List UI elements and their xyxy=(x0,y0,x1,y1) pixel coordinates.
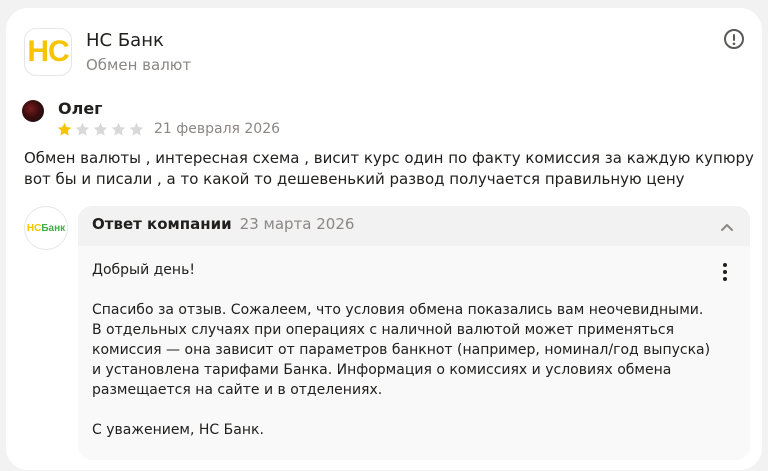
star-icon xyxy=(111,122,126,136)
org-logo[interactable]: HC xyxy=(24,28,72,76)
reply-title: Ответ компании xyxy=(92,215,232,233)
company-reply-logo: НСБанк xyxy=(24,206,68,250)
more-vertical-icon[interactable] xyxy=(722,262,728,282)
company-reply: Ответ компании 23 марта 2026 Добрый день… xyxy=(78,206,750,460)
reply-logo-bank: Банк xyxy=(41,222,66,234)
reply-text: Спасибо за отзыв. Сожалеем, что условия … xyxy=(92,302,711,398)
reply-body: Добрый день! Спасибо за отзыв. Сожалеем,… xyxy=(92,260,712,440)
author-name[interactable]: Олег xyxy=(58,99,103,118)
reply-content: Добрый день! Спасибо за отзыв. Сожалеем,… xyxy=(78,246,750,460)
rating-stars xyxy=(56,121,145,138)
review-card: HC НС Банк Обмен валют Олег 21 февраля 2… xyxy=(6,8,762,470)
reply-logo-hc: НС xyxy=(26,222,42,234)
star-icon xyxy=(129,122,144,136)
org-logo-text: HC xyxy=(27,35,69,68)
chevron-up-icon[interactable] xyxy=(720,222,734,232)
review-date: 21 февраля 2026 xyxy=(154,121,281,137)
reply-greeting: Добрый день! xyxy=(92,262,195,278)
star-icon xyxy=(75,122,90,136)
reply-date: 23 марта 2026 xyxy=(239,215,355,233)
star-icon xyxy=(57,122,72,136)
reply-header[interactable]: Ответ компании 23 марта 2026 xyxy=(92,215,354,233)
author-avatar[interactable] xyxy=(22,100,44,122)
info-icon[interactable] xyxy=(723,28,745,50)
org-subtitle: Обмен валют xyxy=(86,56,192,74)
review-text: Обмен валюты , интересная схема , висит … xyxy=(24,149,754,188)
star-icon xyxy=(93,122,108,136)
reply-signature: С уважением, НС Банк. xyxy=(92,422,264,438)
org-name[interactable]: НС Банк xyxy=(86,30,164,51)
